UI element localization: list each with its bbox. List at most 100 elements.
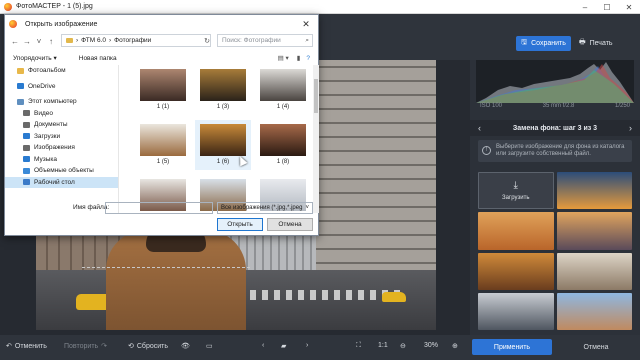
file-name: 1 (8) (276, 159, 290, 165)
help-icon[interactable]: ? (306, 55, 310, 62)
organize-button[interactable]: Упорядочить ▾ (13, 54, 57, 62)
bg-city-sunset[interactable] (556, 212, 632, 250)
sidebar-item-label: Рабочий стол (34, 178, 75, 186)
fit-screen-icon: ⛶ (356, 342, 361, 349)
folder-icon (23, 133, 30, 140)
new-folder-button[interactable]: Новая папка (79, 55, 117, 62)
sidebar-item[interactable]: Рабочий стол (5, 176, 118, 188)
sidebar-item-label: Видео (34, 109, 53, 117)
reset-button[interactable]: ⟲ Сбросить (128, 342, 168, 351)
file-grid: 1 (1) 1 (3) 1 (4) 1 (5) 1 (6) 1 (8) (129, 65, 313, 213)
sidebar-item[interactable]: Этот компьютер (5, 96, 118, 108)
view-options-icon[interactable]: ▤ ▾ (278, 54, 289, 62)
sidebar-item[interactable]: Фотоальбом (5, 65, 118, 77)
maximize-icon[interactable]: ☐ (596, 0, 618, 14)
refresh-icon[interactable]: ↻ (201, 34, 213, 47)
apply-button[interactable]: Применить (472, 339, 552, 355)
breadcrumb-item[interactable]: ФТМ 6.0 (81, 37, 106, 44)
file-item[interactable]: 1 (8) (255, 120, 311, 170)
compare-icon: ▭ (206, 343, 213, 350)
open-button[interactable]: Открыть (217, 218, 263, 231)
address-bar[interactable]: › ФТМ 6.0 › Фотографии (61, 34, 211, 47)
print-button[interactable]: 🖶 Печать (579, 36, 627, 51)
sidebar-item-label: Объемные объекты (34, 167, 94, 175)
right-panel: ISO 100 35 mm f/2.8 1/250 ‹ Замена фона:… (470, 60, 640, 335)
upload-background-button[interactable]: ⤓ Загрузить (478, 172, 554, 210)
bg-old-town[interactable] (556, 292, 632, 330)
preview-pane-icon[interactable]: ▮ (297, 54, 301, 62)
undo-label: Отменить (14, 342, 47, 350)
open-folder-button[interactable]: ▰ (281, 342, 286, 350)
file-thumbnail (140, 69, 186, 101)
filetype-select[interactable]: Все изображения (*.jpg,*.jpeg ˅ (217, 202, 313, 214)
bg-city-street[interactable] (478, 292, 554, 330)
bg-desert-dunes[interactable] (478, 212, 554, 250)
back-arrow-icon[interactable]: ← (9, 37, 21, 46)
chevron-left-icon: ‹ (262, 342, 265, 349)
crosswalk (226, 290, 406, 300)
undo-button[interactable]: ↶ Отменить (6, 342, 47, 351)
filename-input[interactable] (105, 202, 213, 214)
file-thumbnail (260, 124, 306, 156)
forward-arrow-icon[interactable]: → (21, 37, 33, 46)
file-name: 1 (6) (216, 159, 230, 165)
sidebar-item[interactable]: Загрузки (5, 131, 118, 143)
step-header: ‹ Замена фона: шаг 3 из 3 › (470, 120, 640, 136)
vertical-scrollbar[interactable] (313, 65, 319, 213)
file-item[interactable]: 1 (5) (135, 120, 191, 170)
save-button-label: Сохранить (531, 40, 566, 47)
file-item[interactable]: 1 (1) (135, 65, 191, 115)
filetype-value: Все изображения (*.jpg,*.jpeg (221, 205, 303, 211)
dialog-nav-bar: ← → ˅ ↑ › ФТМ 6.0 › Фотографии ↻ Поиск: … (5, 33, 318, 49)
search-input[interactable]: Поиск: Фотографии ⌕ (217, 34, 313, 47)
fit-screen-button[interactable]: ⛶ (356, 342, 361, 350)
sidebar-item-label: Изображения (34, 144, 75, 152)
zoom-out-button[interactable]: ⊖ (400, 342, 406, 350)
up-arrow-icon[interactable]: ↑ (45, 37, 57, 46)
sidebar-item[interactable]: Музыка (5, 154, 118, 166)
file-thumbnail (200, 124, 246, 156)
cancel-button[interactable]: Отмена (566, 339, 626, 355)
next-photo-button[interactable]: › (306, 342, 308, 349)
sidebar-item[interactable]: Документы (5, 119, 118, 131)
sidebar-item[interactable]: OneDrive (5, 81, 118, 93)
filename-label: Имя файла: (73, 204, 110, 211)
prev-step-icon[interactable]: ‹ (478, 123, 481, 133)
bg-room-interior[interactable] (556, 252, 632, 290)
redo-icon: ↷ (101, 343, 108, 350)
bg-autumn-alley[interactable] (478, 252, 554, 290)
recent-dropdown-icon[interactable]: ˅ (33, 37, 45, 46)
sidebar-item[interactable]: Объемные объекты (5, 165, 118, 177)
reset-icon: ⟲ (128, 343, 134, 350)
zoom-in-button[interactable]: ⊕ (452, 342, 458, 350)
dialog-cancel-button[interactable]: Отмена (267, 218, 313, 231)
folder-icon (23, 144, 30, 151)
zoom-ratio[interactable]: 1:1 (378, 342, 388, 349)
save-button[interactable]: 🖫 Сохранить (516, 36, 571, 51)
building-right (316, 60, 436, 290)
file-item[interactable]: 1 (3) (195, 65, 251, 115)
dialog-close-icon[interactable]: ✕ (294, 15, 318, 33)
dialog-command-bar: Упорядочить ▾ Новая папка ▤ ▾ ▮ ? (5, 51, 318, 65)
folder-icon (23, 156, 30, 163)
bg-sunset-beach[interactable] (556, 172, 632, 210)
lens-value: 35 mm f/2.8 (542, 103, 575, 109)
close-window-icon[interactable]: ✕ (618, 0, 640, 14)
minimize-icon[interactable]: – (574, 0, 596, 14)
search-icon: ⌕ (305, 36, 309, 44)
breadcrumb-item[interactable]: Фотографии (114, 37, 151, 44)
sidebar-item[interactable]: Видео (5, 108, 118, 120)
step-title: Замена фона: шаг 3 из 3 (512, 124, 598, 132)
title-bar: ФотоМАСТЕР - 1 (5).jpg – ☐ ✕ (0, 0, 640, 14)
prev-photo-button[interactable]: ‹ (262, 342, 264, 349)
next-step-icon[interactable]: › (629, 123, 632, 133)
file-item[interactable]: 1 (4) (255, 65, 311, 115)
floppy-disk-icon: 🖫 (521, 39, 528, 46)
sidebar-item-label: Фотоальбом (28, 67, 66, 75)
scrollbar-thumb[interactable] (314, 79, 318, 113)
preview-eye-button[interactable]: 👁 (181, 342, 190, 350)
chevron-right-icon: › (306, 342, 309, 349)
compare-button[interactable]: ▭ (206, 342, 213, 350)
redo-button[interactable]: Повторить ↷ (64, 342, 108, 351)
sidebar-item[interactable]: Изображения (5, 142, 118, 154)
